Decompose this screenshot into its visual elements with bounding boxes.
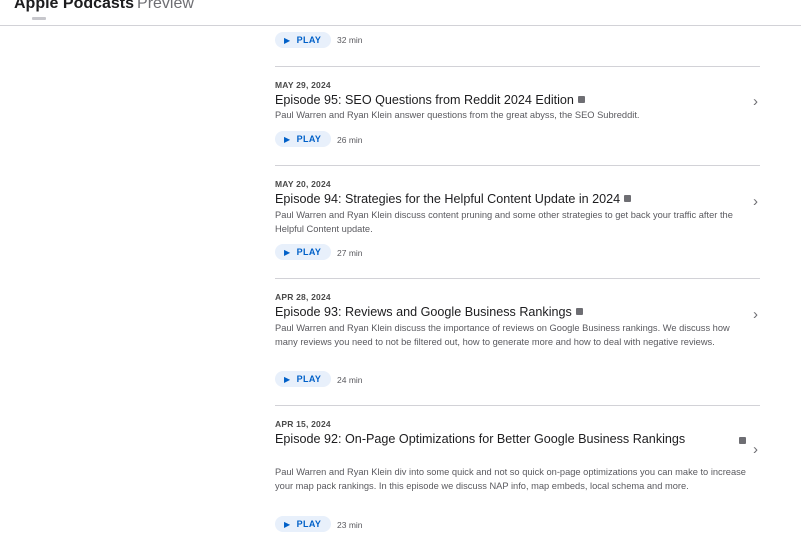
chevron-right-icon[interactable]: › — [753, 442, 758, 457]
chevron-right-icon[interactable]: › — [753, 194, 758, 209]
play-triangle-icon: ▶ — [284, 35, 291, 45]
episode-title-text: Episode 92: On-Page Optimizations for Be… — [275, 432, 686, 446]
episode-date: MAY 29, 2024 — [275, 80, 331, 90]
play-button[interactable]: ▶ PLAY — [275, 371, 331, 387]
episode-date: APR 15, 2024 — [275, 419, 331, 429]
explicit-badge-icon — [575, 308, 583, 316]
episode-title-text: Episode 94: Strategies for the Helpful C… — [275, 192, 621, 206]
brand-suffix: Preview — [137, 0, 194, 12]
episode-item[interactable]: APR 28, 2024 Episode 93: Reviews and Goo… — [275, 278, 760, 406]
play-label: PLAY — [296, 374, 322, 384]
play-triangle-icon: ▶ — [284, 374, 291, 384]
episode-description: Paul Warren and Ryan Klein discuss the i… — [275, 323, 730, 347]
play-label: PLAY — [296, 35, 322, 45]
play-triangle-icon: ▶ — [284, 519, 291, 529]
episode-duration: 27 min — [337, 248, 363, 258]
play-button[interactable]: ▶ PLAY — [275, 131, 331, 147]
explicit-badge-icon — [739, 437, 746, 444]
chevron-right-icon[interactable]: › — [753, 307, 758, 322]
episode-duration: 24 min — [337, 375, 363, 385]
play-label: PLAY — [296, 519, 322, 529]
episode-item[interactable]: APR 15, 2024 Episode 92: On-Page Optimiz… — [275, 405, 760, 545]
play-button[interactable]: ▶ PLAY — [275, 32, 331, 48]
episode-date: APR 28, 2024 — [275, 292, 331, 302]
episode-description: Paul Warren and Ryan Klein div into some… — [275, 467, 746, 491]
explicit-badge-icon — [624, 195, 632, 203]
explicit-badge-icon — [577, 96, 585, 104]
play-button[interactable]: ▶ PLAY — [275, 244, 331, 260]
brand-name: Apple Podcasts — [14, 0, 135, 12]
chevron-right-icon[interactable]: › — [753, 94, 758, 109]
brand-logo[interactable]: Apple Podcasts Preview — [14, 0, 194, 13]
play-button[interactable]: ▶ PLAY — [275, 516, 331, 532]
play-label: PLAY — [296, 134, 322, 144]
episode-item[interactable]: MAY 29, 2024 Episode 95: SEO Questions f… — [275, 66, 760, 166]
episode-duration: 26 min — [337, 135, 363, 145]
top-navigation-bar: Apple Podcasts Preview — [0, 0, 801, 26]
play-triangle-icon: ▶ — [284, 247, 291, 257]
episode-duration: 32 min — [337, 35, 363, 45]
episode-item[interactable]: MAY 20, 2024 Episode 94: Strategies for … — [275, 165, 760, 279]
episode-title[interactable]: Episode 94: Strategies for the Helpful C… — [275, 191, 730, 208]
episode-duration: 23 min — [337, 520, 363, 530]
episode-title-text: Episode 93: Reviews and Google Business … — [275, 305, 572, 319]
episode-title[interactable]: Episode 92: On-Page Optimizations for Be… — [275, 431, 695, 448]
episode-title[interactable]: Episode 95: SEO Questions from Reddit 20… — [275, 92, 730, 109]
episode-title[interactable]: Episode 93: Reviews and Google Business … — [275, 304, 730, 321]
sidebar-text-fragment — [32, 17, 46, 20]
episode-date: MAY 20, 2024 — [275, 179, 331, 189]
episode-title-text: Episode 95: SEO Questions from Reddit 20… — [275, 93, 574, 107]
play-triangle-icon: ▶ — [284, 134, 291, 144]
episode-description: Paul Warren and Ryan Klein discuss conte… — [275, 210, 733, 234]
episode-description: Paul Warren and Ryan Klein answer questi… — [275, 110, 640, 120]
episode-item-previous[interactable]: ▶ PLAY 32 min — [275, 32, 760, 67]
play-label: PLAY — [296, 247, 322, 257]
